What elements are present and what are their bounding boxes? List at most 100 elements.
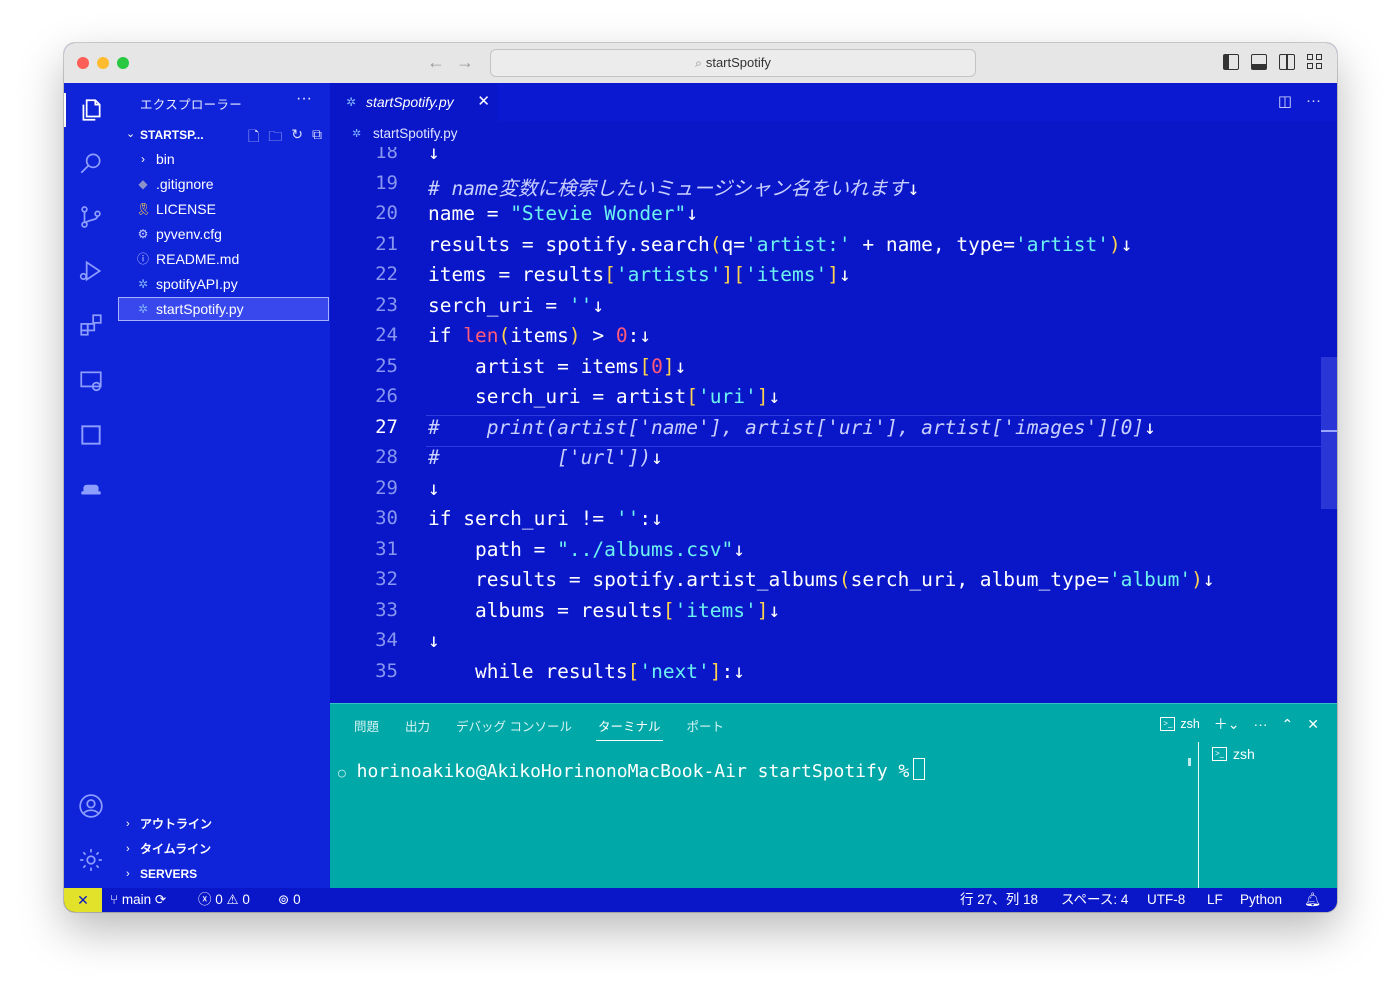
tab-ports[interactable]: ポート	[687, 716, 725, 735]
servers-section[interactable]: › SERVERS	[118, 862, 330, 886]
problems-status[interactable]: ⓧ 0 ⚠ 0	[198, 888, 250, 912]
ports-status[interactable]: ⊚ 0	[278, 888, 301, 912]
indentation[interactable]: スペース: 4	[1061, 888, 1128, 912]
close-panel-icon[interactable]: ✕	[1307, 716, 1319, 733]
file-item-gitignore[interactable]: ◆ .gitignore	[118, 172, 330, 196]
bell-icon[interactable]: 🔔︎	[1304, 888, 1321, 912]
file-item-bin[interactable]: › bin	[118, 147, 330, 171]
git-branch-icon: ⑂	[110, 892, 122, 907]
forward-arrow-icon[interactable]: →	[456, 52, 474, 73]
chevron-right-icon: ›	[126, 868, 130, 880]
copilot-icon[interactable]	[78, 475, 104, 501]
toggle-secondary-sidebar-icon[interactable]	[1279, 54, 1295, 70]
more-actions-icon[interactable]: ···	[1254, 716, 1268, 732]
line-number: 29	[375, 476, 398, 499]
terminal-selector[interactable]: >_ zsh	[1160, 717, 1200, 731]
tab-output[interactable]: 出力	[405, 716, 430, 735]
file-item-startspotify[interactable]: ✲ startSpotify.py	[118, 297, 329, 321]
code-editor[interactable]: 18 19 20 21 22 23 24 25 26 27 28 29 30 31 32 33 34 35 ↓ #…	[330, 147, 1337, 703]
tab-debug-console[interactable]: デバッグ コンソール	[456, 716, 572, 735]
panel-actions: >_ zsh ＋⌄ ··· ⌃ ✕	[1160, 714, 1319, 734]
info-icon: ⓘ	[136, 252, 149, 266]
file-label: .gitignore	[156, 176, 214, 192]
file-label: LICENSE	[156, 201, 216, 217]
sync-icon: ⟳	[151, 892, 167, 907]
tab-startspotify[interactable]: ✲ startSpotify.py ✕	[330, 83, 498, 121]
line-number: 19	[375, 171, 398, 194]
new-terminal-icon[interactable]: ＋⌄	[1214, 714, 1240, 734]
run-debug-icon[interactable]	[78, 258, 104, 284]
terminal-icon: >_	[1212, 747, 1227, 761]
terminal-scrollbar[interactable]	[1188, 758, 1191, 766]
code-line-20: name = "Stevie Wonder"↓	[428, 202, 699, 225]
terminal-prompt: horinoakiko@AkikoHorinonoMacBook-Air sta…	[356, 761, 910, 782]
remote-indicator[interactable]: ✕	[64, 888, 102, 912]
code-line-27: # print(artist['name'], artist['uri'], a…	[428, 416, 1156, 439]
tab-problems[interactable]: 問題	[354, 716, 379, 735]
maximize-panel-icon[interactable]: ⌃	[1282, 716, 1294, 733]
file-item-pyvenv[interactable]: ⚙ pyvenv.cfg	[118, 222, 330, 246]
branch-name: main	[121, 892, 152, 907]
zoom-window-button[interactable]	[117, 57, 129, 69]
close-window-button[interactable]	[77, 57, 89, 69]
line-number: 27	[375, 415, 398, 438]
file-item-spotifyapi[interactable]: ✲ spotifyAPI.py	[118, 272, 330, 296]
activity-bar	[64, 83, 118, 888]
file-item-readme[interactable]: ⓘ README.md	[118, 247, 330, 271]
folder-section-header[interactable]: ⌄ STARTSP... 🗋 🗀 ↻ ⧉	[118, 125, 330, 145]
line-number: 18	[375, 147, 398, 163]
section-label: SERVERS	[140, 867, 198, 881]
branch-status[interactable]: ⑂ main ⟳	[110, 888, 166, 912]
toggle-primary-sidebar-icon[interactable]	[1223, 54, 1239, 70]
manage-gear-icon[interactable]	[78, 847, 104, 873]
code-line-28: # ['url'])↓	[428, 446, 663, 469]
outline-section[interactable]: › アウトライン	[118, 812, 330, 836]
active-indicator	[64, 93, 66, 127]
prompt-status-icon: ○	[338, 766, 346, 781]
more-actions-icon[interactable]: ···	[1306, 92, 1321, 110]
tab-label: startSpotify.py	[366, 94, 454, 110]
breadcrumb: ✲ startSpotify.py	[330, 121, 1337, 147]
terminal-list-item[interactable]: >_ zsh	[1212, 746, 1255, 762]
extensions-icon[interactable]	[78, 312, 104, 338]
folder-name: STARTSP...	[140, 128, 204, 142]
line-number: 25	[375, 354, 398, 377]
minimize-window-button[interactable]	[97, 57, 109, 69]
toggle-panel-icon[interactable]	[1251, 54, 1267, 70]
code-line-30: if serch_uri != '':↓	[428, 507, 663, 530]
explorer-icon[interactable]	[78, 97, 104, 123]
python-icon: ✲	[346, 95, 357, 109]
code-line-18: ↓	[428, 147, 440, 164]
terminal-divider[interactable]	[1198, 742, 1199, 888]
breadcrumb-item[interactable]: startSpotify.py	[373, 121, 458, 147]
back-arrow-icon[interactable]: ←	[427, 52, 445, 73]
square-extension-icon[interactable]	[78, 422, 104, 448]
editor-actions: ◫ ···	[1278, 92, 1321, 110]
editor-scrollbar[interactable]	[1321, 357, 1337, 509]
license-icon: 🎗	[136, 202, 152, 216]
more-actions-icon[interactable]: ···	[296, 90, 312, 108]
end-of-line[interactable]: LF	[1207, 888, 1223, 912]
status-bar: ✕ ⑂ main ⟳ ⓧ 0 ⚠ 0 ⊚ 0 行 27、列 18 スペース: 4…	[64, 888, 1337, 912]
split-editor-icon[interactable]: ◫	[1278, 92, 1292, 110]
command-center[interactable]: ⌕ startSpotify	[490, 49, 976, 77]
account-icon[interactable]	[78, 793, 104, 819]
code-line-35: while results['next']:↓	[428, 660, 746, 683]
customize-layout-icon[interactable]	[1307, 54, 1323, 70]
file-label: pyvenv.cfg	[156, 226, 222, 242]
scroll-marker	[1321, 430, 1337, 432]
file-item-license[interactable]: 🎗 LICENSE	[118, 197, 330, 221]
tab-terminal[interactable]: ターミナル	[596, 716, 663, 741]
cursor-position[interactable]: 行 27、列 18	[960, 888, 1038, 912]
terminal-cursor	[913, 758, 926, 780]
title-bar: ← → ⌕ startSpotify	[64, 43, 1337, 84]
search-icon[interactable]	[78, 150, 104, 176]
encoding[interactable]: UTF-8	[1147, 888, 1185, 912]
close-tab-icon[interactable]: ✕	[477, 83, 490, 121]
language-mode[interactable]: Python	[1240, 888, 1282, 912]
vscode-window: ← → ⌕ startSpotify エクスプローラー ··· ⌄ STARTS…	[64, 43, 1337, 912]
terminal-output[interactable]: ○ horinoakiko@AkikoHorinonoMacBook-Air s…	[338, 758, 926, 782]
timeline-section[interactable]: › タイムライン	[118, 837, 330, 861]
remote-explorer-icon[interactable]	[78, 368, 104, 394]
source-control-icon[interactable]	[78, 204, 104, 230]
